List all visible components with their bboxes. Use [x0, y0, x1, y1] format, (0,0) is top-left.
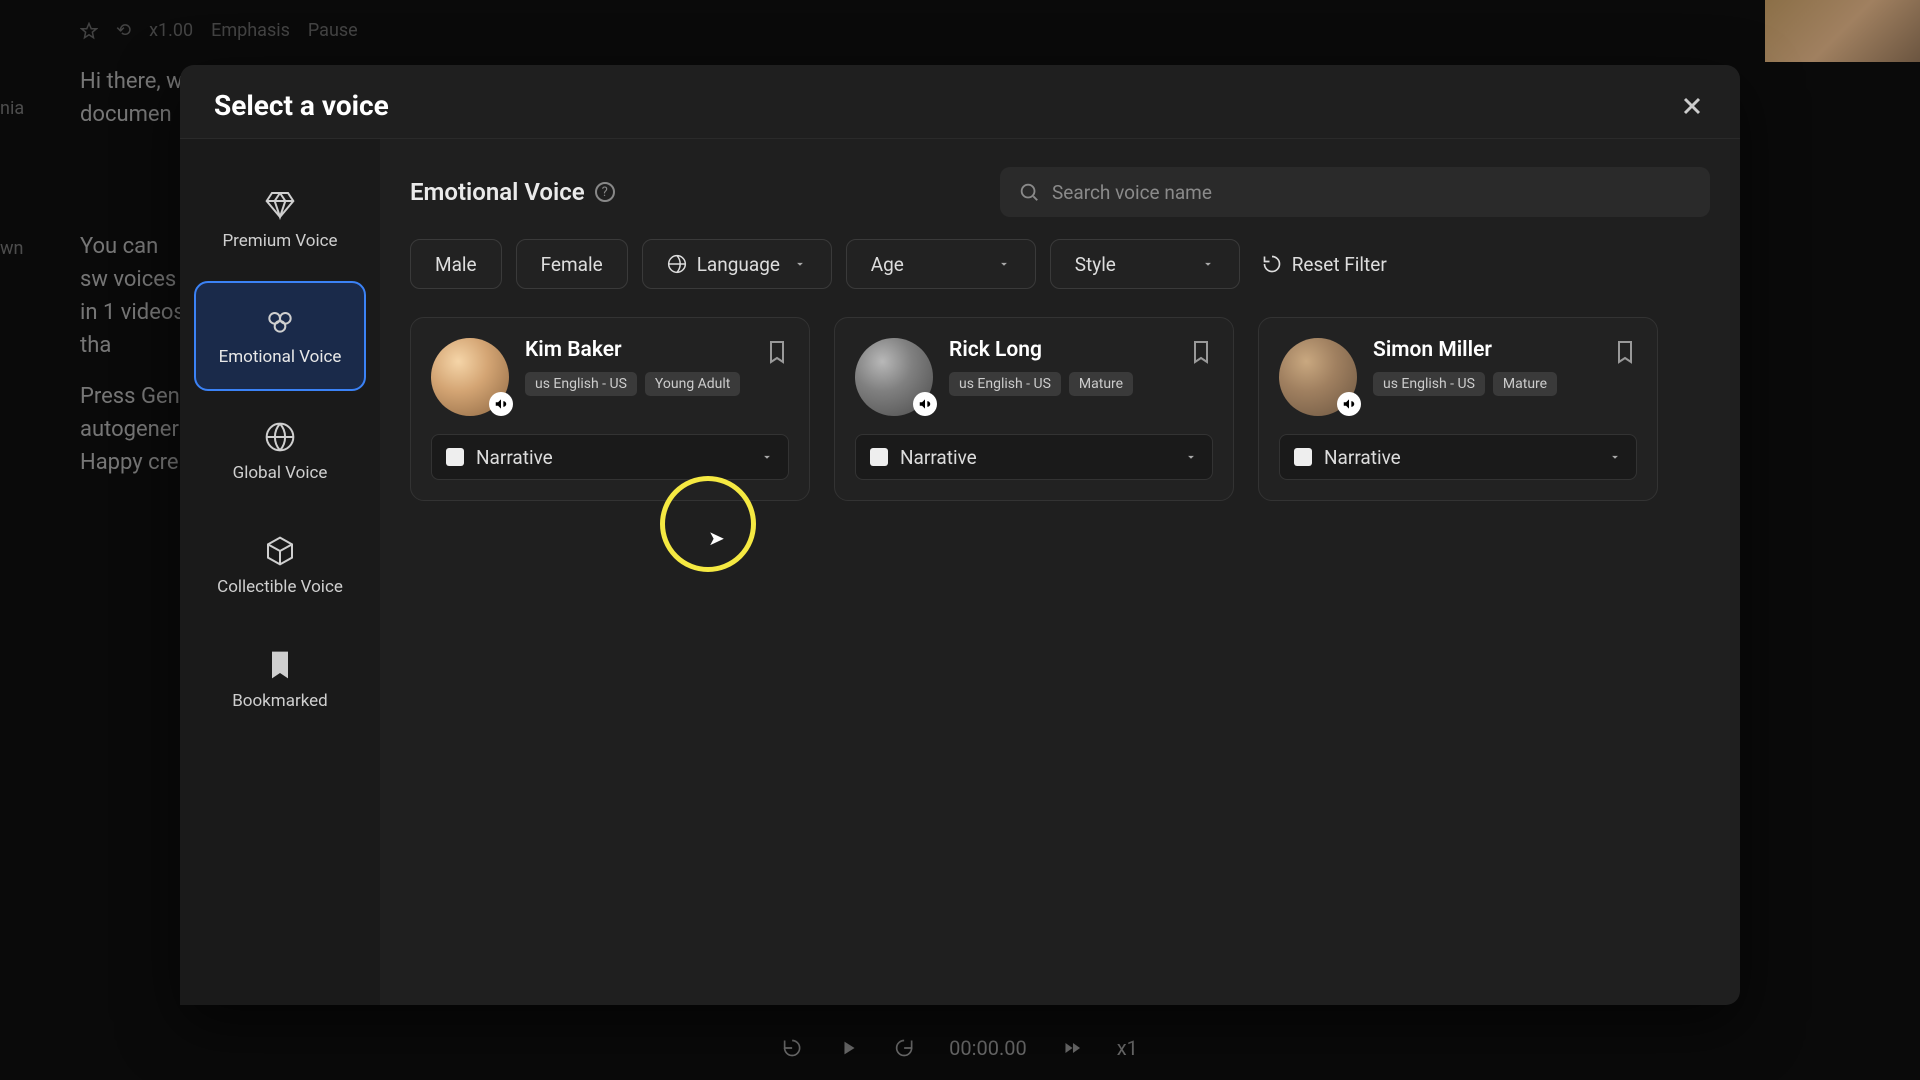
pin-icon [80, 22, 98, 40]
chevron-down-icon [997, 257, 1011, 271]
bg-pause: Pause [308, 20, 358, 41]
section-header: Emotional Voice ? [410, 167, 1710, 217]
diamond-icon [264, 189, 296, 221]
bg-side-1: nia [0, 98, 24, 119]
chevron-down-icon [1201, 257, 1215, 271]
player-speed: x1 [1117, 1036, 1138, 1060]
style-select[interactable]: Narrative [1279, 434, 1637, 480]
voice-name: Simon Miller [1373, 338, 1637, 362]
style-select[interactable]: Narrative [855, 434, 1213, 480]
filter-age[interactable]: Age [846, 239, 1036, 289]
cube-icon [264, 535, 296, 567]
emotion-icon [264, 305, 296, 337]
close-icon[interactable] [1678, 92, 1706, 120]
lang-tag: us English - US [1373, 372, 1485, 396]
sidebar-item-emotional[interactable]: Emotional Voice [194, 281, 366, 391]
filters: Male Female Language Age Style [410, 239, 1710, 289]
bg-side-2: wn [0, 238, 23, 259]
style-value: Narrative [476, 446, 553, 469]
age-tag: Young Adult [645, 372, 740, 396]
play-icon [837, 1037, 859, 1059]
chevron-down-icon [1608, 450, 1622, 464]
sidebar-label: Collectible Voice [217, 577, 343, 597]
age-tag: Mature [1069, 372, 1133, 396]
bg-toolbar: ⟲ x1.00 Emphasis Pause [80, 20, 358, 41]
bg-emphasis: Emphasis [211, 20, 290, 41]
search-icon [1018, 181, 1040, 203]
globe-small-icon [667, 254, 687, 274]
fast-forward-icon [1062, 1038, 1082, 1058]
sidebar: Premium Voice Emotional Voice Global Voi… [180, 139, 380, 1005]
sidebar-item-bookmarked[interactable]: Bookmarked [194, 627, 366, 733]
voice-name: Rick Long [949, 338, 1213, 362]
filter-female[interactable]: Female [516, 239, 628, 289]
sidebar-item-premium[interactable]: Premium Voice [194, 167, 366, 273]
bg-speed: x1.00 [149, 20, 193, 41]
chevron-down-icon [793, 257, 807, 271]
style-value: Narrative [1324, 446, 1401, 469]
bookmark-icon[interactable] [765, 338, 789, 366]
sidebar-label: Premium Voice [222, 231, 337, 251]
bg-player: 00:00.00 x1 [782, 1036, 1138, 1060]
rewind-icon [782, 1038, 802, 1058]
player-time: 00:00.00 [949, 1036, 1027, 1060]
lang-tag: us English - US [949, 372, 1061, 396]
globe-icon [264, 421, 296, 453]
voice-card[interactable]: Rick Long us English - US Mature Narrati… [834, 317, 1234, 501]
reset-filter[interactable]: Reset Filter [1262, 253, 1387, 276]
voice-modal: Select a voice Premium Voice Emotional V… [180, 65, 1740, 1005]
chevron-down-icon [1184, 450, 1198, 464]
preview-thumbnail [1765, 0, 1920, 62]
modal-header: Select a voice [180, 65, 1740, 139]
bg-script-3: Press Gen autogener Happy cre [80, 380, 190, 479]
sidebar-item-global[interactable]: Global Voice [194, 399, 366, 505]
search-box[interactable] [1000, 167, 1710, 217]
filter-style[interactable]: Style [1050, 239, 1240, 289]
bg-script-2: You can sw voices in 1 videos tha [80, 230, 190, 362]
bookmark-icon [264, 649, 296, 681]
voice-cards: Kim Baker us English - US Young Adult Na… [410, 317, 1710, 501]
chevron-down-icon [760, 450, 774, 464]
style-value: Narrative [900, 446, 977, 469]
forward-icon [894, 1038, 914, 1058]
style-select[interactable]: Narrative [431, 434, 789, 480]
speed-icon: ⟲ [116, 20, 131, 41]
reset-icon [1262, 254, 1282, 274]
speaker-icon[interactable] [913, 392, 937, 416]
speaker-icon[interactable] [489, 392, 513, 416]
bookmark-icon[interactable] [1613, 338, 1637, 366]
modal-title: Select a voice [214, 89, 389, 122]
voice-card[interactable]: Simon Miller us English - US Mature Narr… [1258, 317, 1658, 501]
search-input[interactable] [1052, 181, 1692, 204]
speaker-icon[interactable] [1337, 392, 1361, 416]
sidebar-label: Global Voice [233, 463, 328, 483]
sidebar-item-collectible[interactable]: Collectible Voice [194, 513, 366, 619]
section-title: Emotional Voice [410, 178, 585, 206]
voice-card[interactable]: Kim Baker us English - US Young Adult Na… [410, 317, 810, 501]
lang-tag: us English - US [525, 372, 637, 396]
style-icon [1294, 448, 1312, 466]
age-tag: Mature [1493, 372, 1557, 396]
help-icon[interactable]: ? [595, 182, 615, 202]
sidebar-label: Emotional Voice [219, 347, 342, 367]
avatar [855, 338, 933, 416]
filter-language[interactable]: Language [642, 239, 832, 289]
style-icon [446, 448, 464, 466]
main-panel: Emotional Voice ? Male Female Language [380, 139, 1740, 1005]
filter-male[interactable]: Male [410, 239, 502, 289]
sidebar-label: Bookmarked [232, 691, 328, 711]
bookmark-icon[interactable] [1189, 338, 1213, 366]
avatar [1279, 338, 1357, 416]
avatar [431, 338, 509, 416]
voice-name: Kim Baker [525, 338, 789, 362]
style-icon [870, 448, 888, 466]
highlight-annotation: ➤ [660, 476, 756, 572]
modal-body: Premium Voice Emotional Voice Global Voi… [180, 139, 1740, 1005]
